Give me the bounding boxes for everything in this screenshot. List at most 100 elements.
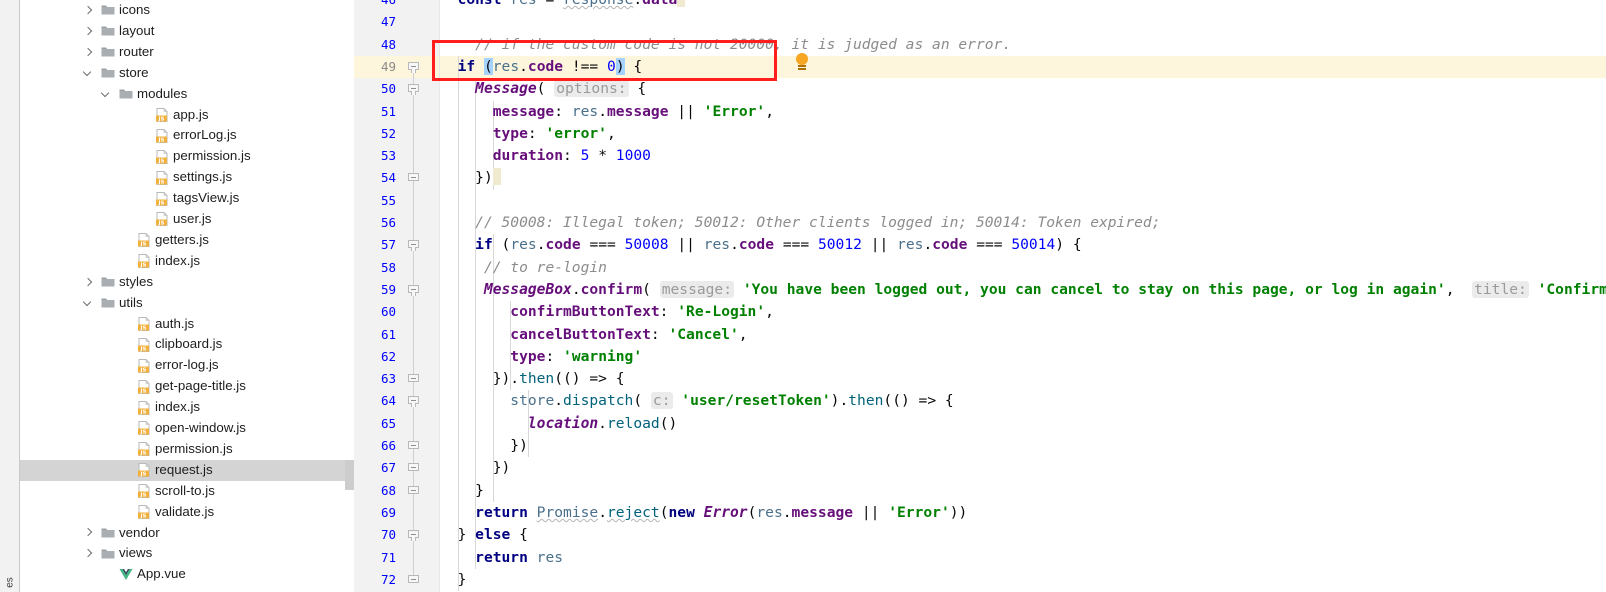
chevron-right-icon[interactable] <box>82 46 95 59</box>
gutter-line-55[interactable]: 55 <box>354 190 440 212</box>
gutter-line-49[interactable]: 49 <box>354 55 440 79</box>
code-line-49[interactable]: if (res.code !== 0) { <box>440 56 642 78</box>
fold-marker-68[interactable] <box>408 485 419 497</box>
gutter-line-67[interactable]: 67 <box>354 457 440 479</box>
editor-code-area[interactable]: const res = response.data // if the cust… <box>440 0 1606 592</box>
tree-item-app-vue[interactable]: App.vue <box>20 564 354 585</box>
chevron-right-icon[interactable] <box>82 25 95 38</box>
fold-marker-67[interactable] <box>408 463 419 474</box>
gutter-line-48[interactable]: 48 <box>354 34 440 56</box>
tree-item-get-page-title-js[interactable]: JS get-page-title.js <box>20 376 354 397</box>
gutter-line-52[interactable]: 52 <box>354 123 440 145</box>
chevron-down-icon[interactable] <box>100 88 113 101</box>
code-line-46[interactable]: const res = response.data <box>440 0 686 11</box>
tree-item-layout[interactable]: layout <box>20 21 354 42</box>
code-line-65[interactable]: location.reload() <box>440 413 677 435</box>
lightbulb-icon[interactable] <box>794 53 810 71</box>
gutter-line-46[interactable]: 46 <box>354 0 440 11</box>
tree-item-user-js[interactable]: JS user.js <box>20 209 354 230</box>
chevron-right-icon[interactable] <box>82 526 95 539</box>
tree-item-error-log-js[interactable]: JS error-log.js <box>20 355 354 376</box>
gutter-line-51[interactable]: 51 <box>354 101 440 123</box>
tool-window-strip[interactable]: es <box>0 0 20 592</box>
code-line-62[interactable]: type: 'warning' <box>440 346 642 368</box>
code-line-53[interactable]: duration: 5 * 1000 <box>440 145 651 167</box>
tree-item-validate-js[interactable]: JS validate.js <box>20 502 354 523</box>
editor-gutter[interactable]: 46 47 48 49 50 51 52 53 54 55 56 57 58 59 60 61 62 63 64 65… <box>354 0 440 592</box>
tree-item-utils[interactable]: utils <box>20 293 354 314</box>
tree-item-auth-js[interactable]: JS auth.js <box>20 314 354 335</box>
fold-marker-70[interactable] <box>408 530 419 542</box>
tree-item-index-js[interactable]: JS index.js <box>20 251 354 272</box>
code-line-56[interactable]: // 50008: Illegal token; 50012: Other cl… <box>440 212 1160 234</box>
tree-item-scroll-to-js[interactable]: JS scroll-to.js <box>20 481 354 502</box>
gutter-line-61[interactable]: 61 <box>354 324 440 346</box>
fold-marker-59[interactable] <box>408 284 419 296</box>
gutter-line-53[interactable]: 53 <box>354 145 440 167</box>
code-line-68[interactable]: } <box>440 480 484 502</box>
gutter-line-66[interactable]: 66 <box>354 435 440 457</box>
gutter-line-47[interactable]: 47 <box>354 11 440 33</box>
tree-item-errorlog-js[interactable]: JS errorLog.js <box>20 125 354 146</box>
fold-marker-49[interactable] <box>408 61 419 73</box>
fold-marker-63[interactable] <box>408 374 419 385</box>
code-line-50[interactable]: Message( options: { <box>440 78 646 100</box>
code-line-71[interactable]: return res <box>440 547 563 569</box>
gutter-line-60[interactable]: 60 <box>354 301 440 323</box>
gutter-line-50[interactable]: 50 <box>354 78 440 100</box>
tree-item-tagsview-js[interactable]: JS tagsView.js <box>20 188 354 209</box>
gutter-line-59[interactable]: 59 <box>354 279 440 301</box>
code-line-60[interactable]: confirmButtonText: 'Re-Login', <box>440 301 774 323</box>
tree-item-icons[interactable]: icons <box>20 0 354 21</box>
tree-item-open-window-js[interactable]: JS open-window.js <box>20 418 354 439</box>
code-line-70[interactable]: } else { <box>440 524 528 546</box>
tree-item-router[interactable]: router <box>20 42 354 63</box>
code-line-66[interactable]: }) <box>440 435 528 457</box>
project-tree-scrollbar-thumb[interactable] <box>345 460 354 490</box>
tree-item-settings-js[interactable]: JS settings.js <box>20 167 354 188</box>
gutter-line-63[interactable]: 63 <box>354 368 440 390</box>
gutter-line-71[interactable]: 71 <box>354 547 440 569</box>
tree-item-store[interactable]: store <box>20 63 354 84</box>
fold-marker-54[interactable] <box>408 173 419 184</box>
code-line-51[interactable]: message: res.message || 'Error', <box>440 101 774 123</box>
chevron-right-icon[interactable] <box>82 547 95 560</box>
code-line-61[interactable]: cancelButtonText: 'Cancel', <box>440 324 747 346</box>
code-line-69[interactable]: return Promise.reject(new Error(res.mess… <box>440 502 967 524</box>
code-line-52[interactable]: type: 'error', <box>440 123 616 145</box>
code-line-58[interactable]: // to re-login <box>440 257 607 279</box>
code-line-63[interactable]: }).then(() => { <box>440 368 625 390</box>
fold-marker-57[interactable] <box>408 240 419 252</box>
fold-marker-66[interactable] <box>408 441 419 452</box>
gutter-line-64[interactable]: 64 <box>354 390 440 412</box>
gutter-line-72[interactable]: 72 <box>354 569 440 591</box>
tree-item-index-js[interactable]: JS index.js <box>20 397 354 418</box>
code-line-57[interactable]: if (res.code === 50008 || res.code === 5… <box>440 234 1081 256</box>
fold-marker-72[interactable] <box>408 574 419 586</box>
code-line-59[interactable]: MessageBox.confirm( message: 'You have b… <box>440 279 1606 301</box>
code-line-54[interactable]: }) <box>440 167 501 189</box>
tree-item-permission-js[interactable]: JS permission.js <box>20 146 354 167</box>
gutter-line-68[interactable]: 68 <box>354 480 440 502</box>
code-line-67[interactable]: }) <box>440 457 511 479</box>
gutter-line-54[interactable]: 54 <box>354 167 440 189</box>
tree-item-request-js[interactable]: JS request.js <box>20 459 354 481</box>
chevron-down-icon[interactable] <box>82 297 95 310</box>
tree-item-getters-js[interactable]: JS getters.js <box>20 230 354 251</box>
gutter-line-56[interactable]: 56 <box>354 212 440 234</box>
code-line-48[interactable]: // if the custom code is not 20000, it i… <box>440 34 1011 56</box>
gutter-line-69[interactable]: 69 <box>354 502 440 524</box>
code-line-72[interactable]: } <box>440 569 467 591</box>
tree-item-styles[interactable]: styles <box>20 272 354 293</box>
code-line-64[interactable]: store.dispatch( c: 'user/resetToken').th… <box>440 390 954 412</box>
fold-marker-64[interactable] <box>408 396 419 408</box>
tree-item-vendor[interactable]: vendor <box>20 523 354 544</box>
chevron-right-icon[interactable] <box>82 276 95 289</box>
tree-item-app-js[interactable]: JS app.js <box>20 105 354 126</box>
tree-item-permission-js[interactable]: JS permission.js <box>20 439 354 460</box>
project-tree-panel[interactable]: icons layout router store modules JS app.js JS e… <box>20 0 354 592</box>
chevron-down-icon[interactable] <box>82 67 95 80</box>
project-tree-scrollbar[interactable] <box>345 0 354 592</box>
tree-item-modules[interactable]: modules <box>20 84 354 105</box>
code-editor[interactable]: 46 47 48 49 50 51 52 53 54 55 56 57 58 59 60 61 62 63 64 65… <box>354 0 1606 592</box>
